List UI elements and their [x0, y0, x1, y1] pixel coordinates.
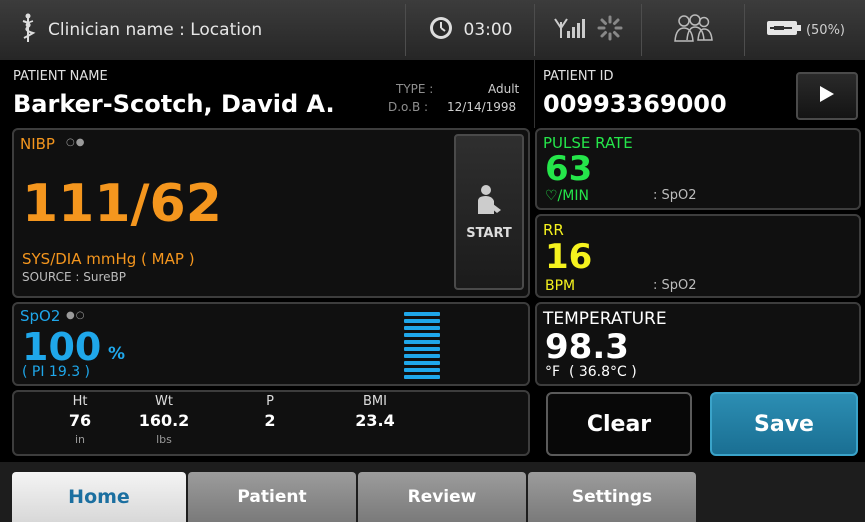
clinician-location-text: Clinician name : Location — [48, 20, 263, 40]
pulse-rate-source: : SpO2 — [653, 188, 697, 203]
spo2-signal-bars — [404, 312, 440, 382]
spo2-signal-bar — [404, 368, 440, 372]
patient-id-area[interactable]: PATIENT ID 00993369000 — [536, 60, 786, 128]
height-unit: in — [74, 433, 86, 446]
manual-parameters-panel[interactable]: Ht 76 in Wt 160.2 lbs P 2 BMI 23.4 — [12, 390, 530, 456]
spo2-signal-bar — [404, 361, 440, 365]
battery-icon — [766, 19, 802, 41]
spo2-signal-bar — [404, 326, 440, 330]
nibp-page-dots: ○● — [66, 137, 86, 148]
patient-name-area[interactable]: PATIENT NAME Barker-Scotch, David A. TYP… — [0, 60, 534, 128]
tab-home[interactable]: Home — [12, 472, 186, 522]
clock-time: 03:00 — [463, 20, 513, 40]
temperature-panel[interactable]: TEMPERATURE 98.3 °F ( 36.8°C ) — [535, 302, 861, 386]
height-label: Ht — [72, 394, 88, 409]
tab-settings[interactable]: Settings — [528, 472, 696, 522]
spo2-value: 100 — [22, 325, 102, 369]
rr-unit: BPM — [545, 278, 576, 294]
temperature-unit: °F ( 36.8°C ) — [545, 364, 637, 380]
pulse-rate-value: 63 — [545, 149, 593, 189]
temperature-value: 98.3 — [545, 327, 629, 367]
nibp-units: SYS/DIA mmHg ( MAP ) — [22, 250, 195, 268]
patient-next-button[interactable] — [796, 72, 858, 120]
nibp-source: SOURCE : SureBP — [22, 270, 126, 284]
weight-value: 160.2 — [138, 411, 190, 430]
nibp-value: 111/62 — [22, 174, 222, 234]
patient-name-label: PATIENT NAME — [13, 69, 108, 84]
spo2-signal-bar — [404, 319, 440, 323]
spo2-signal-bar — [404, 375, 440, 379]
bmi-label: BMI — [363, 394, 387, 409]
clock-button[interactable]: 03:00 — [405, 4, 534, 56]
bmi-value: 23.4 — [355, 411, 395, 430]
nibp-panel[interactable]: NIBP ○● 111/62 SYS/DIA mmHg ( MAP ) SOUR… — [12, 128, 530, 298]
play-icon — [820, 86, 834, 106]
spo2-panel[interactable]: SpO2 ●○ 100 % ( PI 19.3 ) — [12, 302, 530, 386]
nibp-label: NIBP — [20, 135, 55, 153]
battery-percent: (50%) — [805, 22, 846, 38]
spo2-signal-bar — [404, 312, 440, 316]
patient-name: Barker-Scotch, David A. — [13, 90, 335, 118]
clock-icon — [428, 15, 454, 45]
spo2-signal-bar — [404, 347, 440, 351]
rr-panel[interactable]: RR 16 BPM : SpO2 — [535, 214, 861, 298]
users-icon — [671, 13, 715, 47]
connectivity-button[interactable] — [534, 4, 641, 56]
spo2-signal-bar — [404, 340, 440, 344]
patient-id-label: PATIENT ID — [543, 69, 614, 84]
rr-value: 16 — [545, 237, 593, 277]
patient-dob-label: D.o.B : — [388, 100, 429, 114]
divider — [534, 60, 535, 128]
nibp-start-label: START — [466, 225, 512, 241]
save-button[interactable]: Save — [710, 392, 858, 456]
patient-type: Adult — [488, 82, 520, 96]
nibp-start-button[interactable]: START — [454, 134, 524, 290]
clear-button[interactable]: Clear — [546, 392, 692, 456]
weight-unit: lbs — [156, 433, 172, 446]
spo2-label: SpO2 — [20, 307, 61, 325]
tab-patient[interactable]: Patient — [188, 472, 356, 522]
status-bar: Clinician name : Location 03:00 (50%) — [0, 0, 865, 60]
tab-review[interactable]: Review — [358, 472, 526, 522]
spo2-page-dots: ●○ — [66, 310, 86, 321]
spo2-signal-bar — [404, 354, 440, 358]
patient-type-label: TYPE : — [396, 82, 434, 96]
spo2-signal-bar — [404, 333, 440, 337]
patient-dob: 12/14/1998 — [447, 100, 517, 114]
pulse-rate-unit: ♡/MIN — [545, 188, 589, 204]
sync-icon — [597, 15, 623, 45]
weight-label: Wt — [155, 394, 173, 409]
battery-status[interactable]: (50%) — [744, 4, 865, 56]
height-value: 76 — [68, 411, 92, 430]
pain-value: 2 — [264, 411, 276, 430]
users-button[interactable] — [641, 4, 744, 56]
pulse-rate-panel[interactable]: PULSE RATE 63 ♡/MIN : SpO2 — [535, 128, 861, 210]
tab-bar: Home Patient Review Settings — [0, 462, 865, 522]
clinician-location-button[interactable]: Clinician name : Location — [0, 4, 404, 56]
patient-cuff-icon — [475, 184, 503, 220]
spo2-unit: % — [108, 344, 126, 364]
rr-source: : SpO2 — [653, 278, 697, 293]
signal-icon — [553, 16, 587, 44]
temperature-label: TEMPERATURE — [543, 309, 667, 329]
caduceus-icon — [20, 12, 36, 48]
patient-id: 00993369000 — [543, 90, 727, 118]
pain-label: P — [266, 394, 274, 409]
spo2-pi: ( PI 19.3 ) — [22, 364, 91, 380]
